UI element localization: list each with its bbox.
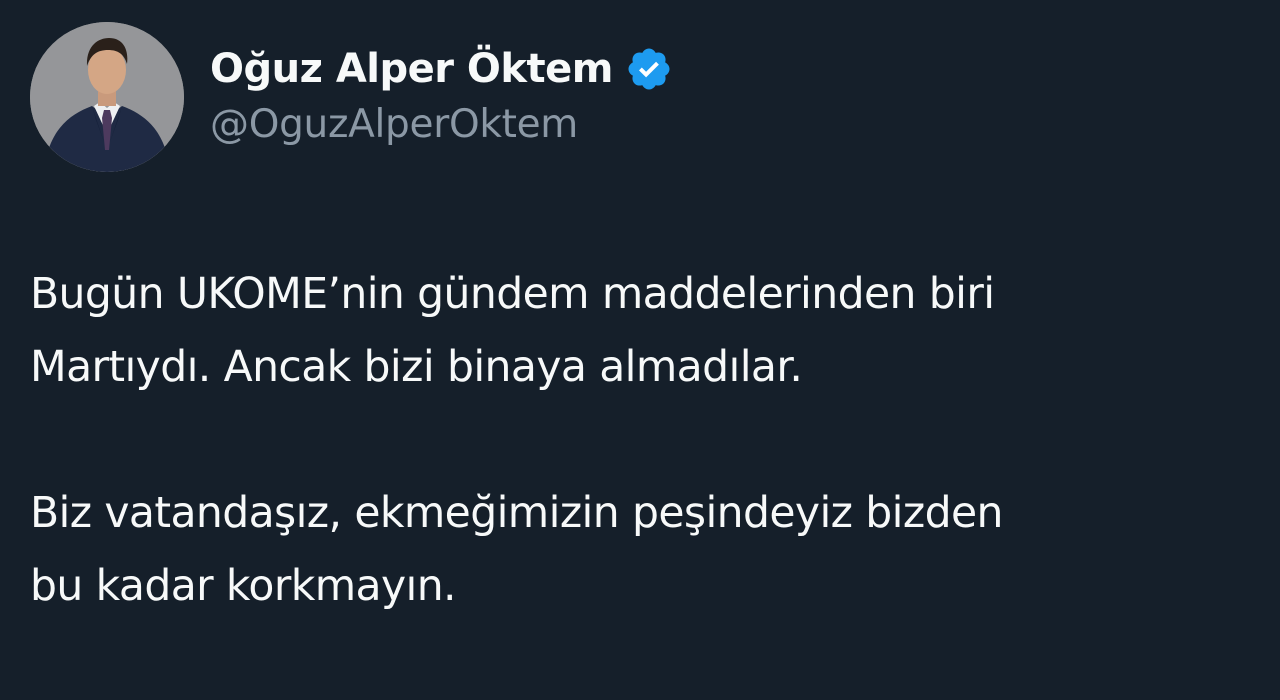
tweet-text: Bugün UKOME’nin gündem maddelerinden bir… xyxy=(30,258,1260,623)
author-info: Oğuz Alper Öktem @OguzAlperOktem xyxy=(210,40,673,160)
tweet-card: Oğuz Alper Öktem @OguzAlperOktem Bugün U… xyxy=(0,0,1280,700)
author-avatar[interactable] xyxy=(30,22,184,172)
tweet-paragraph-1: Bugün UKOME’nin gündem maddelerinden bir… xyxy=(30,270,995,392)
verified-badge-icon[interactable] xyxy=(625,45,673,93)
author-display-name[interactable]: Oğuz Alper Öktem xyxy=(210,46,613,92)
profile-photo-icon xyxy=(30,22,184,172)
author-handle[interactable]: @OguzAlperOktem xyxy=(210,102,673,147)
author-name-row: Oğuz Alper Öktem xyxy=(210,40,673,98)
tweet-paragraph-2: Biz vatandaşız, ekmeğimizin peşindeyiz b… xyxy=(30,489,1003,611)
